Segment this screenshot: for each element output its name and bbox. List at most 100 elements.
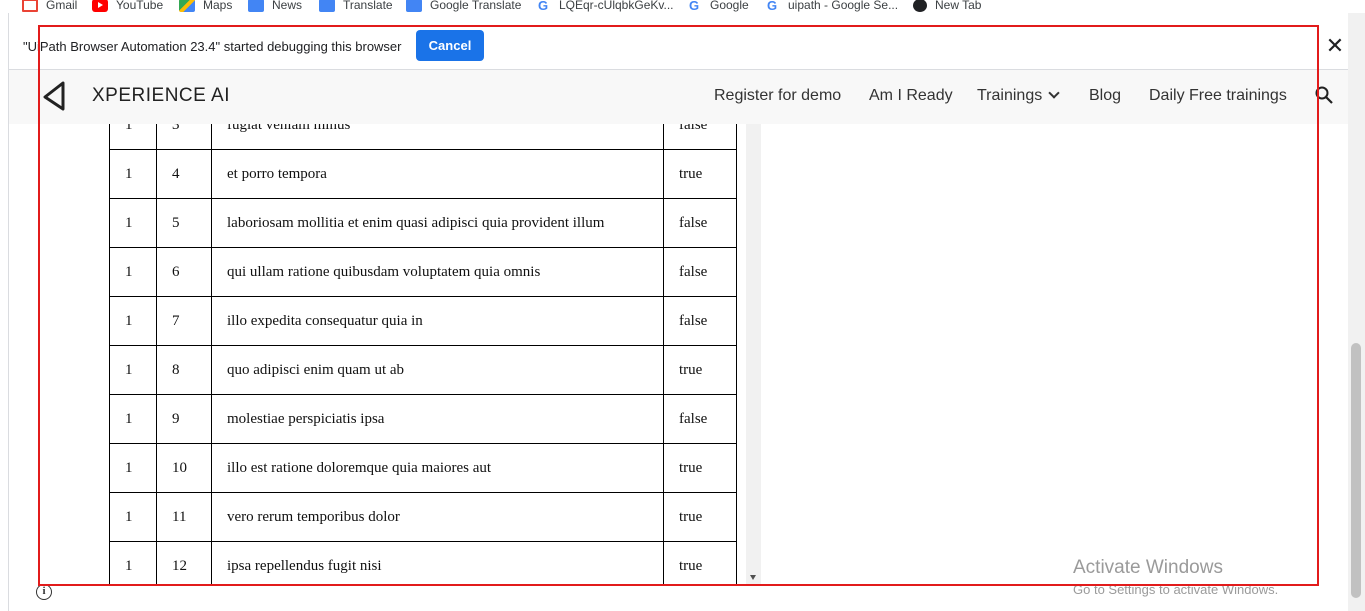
table-cell: 1 [109,443,157,493]
table-cell: qui ullam ratione quibusdam voluptatem q… [211,247,664,297]
bookmark-label: LQEqr-cUlqbkGeKv... [559,0,674,12]
table-row: 1 5 laboriosam mollitia et enim quasi adip… [109,198,737,248]
logo-icon[interactable] [41,80,69,112]
table-cell: ipsa repellendus fugit nisi [211,541,664,585]
table-row: 1 9 molestiae perspiciatis ipsa false [109,394,737,444]
nav-trainings[interactable]: Trainings [977,87,1060,105]
table-cell: 1 [109,345,157,395]
table-cell: 1 [109,198,157,248]
table-cell: illo expedita consequatur quia in [211,296,664,346]
table-cell: true [663,443,737,493]
table-cell: 12 [156,541,212,585]
nav-am-i-ready[interactable]: Am I Ready [869,87,953,105]
search-icon[interactable] [1315,86,1333,104]
bookmark-youtube[interactable]: YouTube [92,0,163,13]
youtube-icon [92,0,108,12]
table-cell: false [663,198,737,248]
table-cell: true [663,149,737,199]
data-table-container[interactable]: 1 3 fugiat veniam minus false 1 4 et porro te… [109,124,769,585]
table-row: 1 12 ipsa repellendus fugit nisi true [109,541,737,585]
table-cell: 1 [109,247,157,297]
google-icon: G [766,0,778,13]
nav-blog[interactable]: Blog [1089,87,1121,105]
bookmark-new-tab[interactable]: New Tab [913,0,981,13]
chevron-down-icon [1048,87,1060,99]
table-cell: false [663,394,737,444]
site-header: XPERIENCE AI Register for demo Am I Read… [9,70,1356,124]
bookmark-gmail[interactable]: Gmail [22,0,77,13]
globe-icon [913,0,927,12]
bookmark-google[interactable]: G Google [686,0,749,13]
info-icon[interactable]: i [36,584,52,600]
table-cell: 1 [109,541,157,585]
table-row: 1 10 illo est ratione doloremque quia maio… [109,443,737,493]
table-row: 1 8 quo adipisci enim quam ut ab true [109,345,737,395]
watermark-title: Activate Windows [1073,557,1223,578]
infobar-message: "UiPath Browser Automation 23.4" started… [23,39,402,54]
page-scrollbar[interactable] [1348,13,1365,611]
table-cell: 6 [156,247,212,297]
bookmark-news[interactable]: News [248,0,302,13]
table-cell: et porro tempora [211,149,664,199]
table-row: 1 11 vero rerum temporibus dolor true [109,492,737,542]
news-icon [248,0,264,12]
bookmark-maps[interactable]: Maps [179,0,232,13]
maps-icon [179,0,195,12]
table-cell: 5 [156,198,212,248]
table-cell: 1 [109,492,157,542]
table-cell: 3 [156,124,212,150]
table-row: 1 4 et porro tempora true [109,149,737,199]
table-cell: quo adipisci enim quam ut ab [211,345,664,395]
table-cell: vero rerum temporibus dolor [211,492,664,542]
table-cell: 1 [109,296,157,346]
table-cell: true [663,492,737,542]
bookmark-label: News [272,0,303,12]
table-cell: false [663,247,737,297]
bookmark-label: New Tab [935,0,982,12]
bookmark-label: Translate [343,0,393,12]
table-cell: true [663,541,737,585]
bookmark-translate[interactable]: Translate [319,0,393,13]
table-row: 1 7 illo expedita consequatur quia in false [109,296,737,346]
bookmark-label: Google Translate [430,0,522,12]
translate-icon [319,0,335,12]
table-cell: 9 [156,394,212,444]
nav-register-for-demo[interactable]: Register for demo [714,87,841,105]
bookmark-label: Maps [203,0,233,12]
nav-daily-free-trainings[interactable]: Daily Free trainings [1149,87,1287,105]
table-scrollbar[interactable] [746,124,761,585]
table-cell: 8 [156,345,212,395]
data-table: 1 3 fugiat veniam minus false 1 4 et porro te… [109,124,737,585]
google-icon: G [688,0,700,13]
gmail-icon [22,0,38,12]
table-row: 1 3 fugiat veniam minus false [109,124,737,150]
bookmark-label: Google [710,0,749,12]
table-cell: 4 [156,149,212,199]
google-icon: G [537,0,549,13]
watermark-subtitle: Go to Settings to activate Windows. [1073,582,1279,597]
page-scrollbar-thumb[interactable] [1351,343,1361,598]
bookmark-label: Gmail [46,0,78,12]
table-cell: false [663,296,737,346]
bookmark-google-translate[interactable]: Google Translate [406,0,521,13]
table-cell: false [663,124,737,150]
translate-icon [406,0,422,12]
activate-windows-watermark: Activate Windows Go to Settings to activ… [1073,557,1278,597]
cancel-button[interactable]: Cancel [416,30,484,61]
table-cell: true [663,345,737,395]
bookmark-lqeqr[interactable]: G LQEqr-cUlqbkGeKv... [535,0,674,13]
table-cell: illo est ratione doloremque quia maiores… [211,443,664,493]
scroll-down-arrow-icon[interactable] [750,575,756,580]
close-icon[interactable]: ✕ [1325,34,1345,58]
table-cell: 10 [156,443,212,493]
bookmark-label: YouTube [116,0,164,12]
table-cell: 7 [156,296,212,346]
table-cell: 1 [109,394,157,444]
table-cell: laboriosam mollitia et enim quasi adipis… [211,198,664,248]
table-cell: 11 [156,492,212,542]
table-cell: 1 [109,124,157,150]
bookmark-uipath-search[interactable]: Guipath - Google Se... [764,0,898,13]
nav-trainings-label: Trainings [977,87,1043,104]
brand-name[interactable]: XPERIENCE AI [92,85,230,107]
bookmark-label: uipath - Google Se... [788,0,899,12]
